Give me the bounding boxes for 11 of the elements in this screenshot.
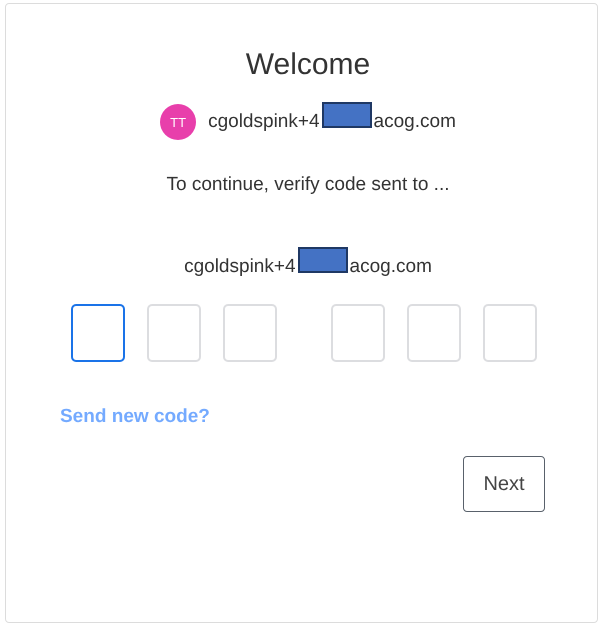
instruction-text: To continue, verify code sent to ... <box>165 174 451 196</box>
page-title: Welcome <box>244 48 372 82</box>
email-text: acog.com <box>374 111 456 133</box>
redaction-box <box>298 247 348 273</box>
code-digit-field[interactable] <box>71 304 125 362</box>
email-text: acog.com <box>350 256 432 278</box>
redaction-box <box>322 102 372 128</box>
email-text: cgoldspink+4 <box>184 256 296 278</box>
avatar: TT <box>160 104 196 140</box>
email-text: cgoldspink+4 <box>208 111 320 133</box>
next-button[interactable]: Next <box>463 456 545 512</box>
